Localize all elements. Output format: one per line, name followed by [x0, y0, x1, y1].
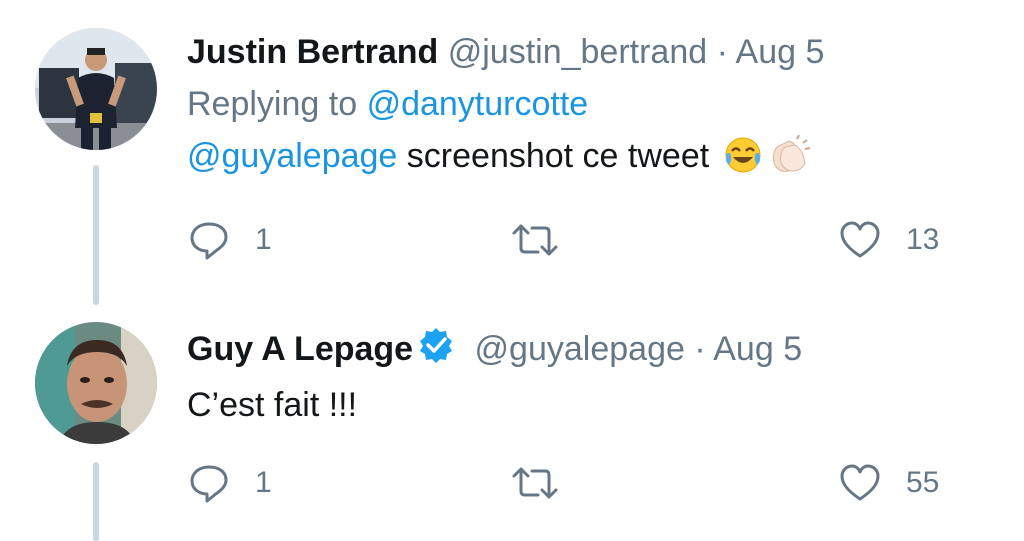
- like-icon[interactable]: [838, 461, 882, 505]
- like-count: 55: [906, 466, 940, 499]
- clapping-hands-icon: [767, 134, 811, 186]
- retweet-action[interactable]: [510, 461, 560, 505]
- tweet-date[interactable]: Aug 5: [736, 33, 825, 71]
- retweet-action[interactable]: [510, 218, 560, 262]
- tweet-actions: 1 13: [187, 218, 987, 266]
- reply-icon[interactable]: [187, 461, 231, 505]
- user-handle[interactable]: @justin_bertrand: [448, 33, 707, 71]
- display-name[interactable]: Guy A Lepage: [187, 330, 413, 368]
- avatar[interactable]: [35, 28, 157, 150]
- tweet-text: C’est fait !!!: [187, 383, 1004, 427]
- like-count: 13: [906, 223, 940, 256]
- retweet-icon[interactable]: [510, 218, 560, 262]
- display-name[interactable]: Justin Bertrand: [187, 33, 438, 71]
- reply-count: 1: [255, 223, 272, 256]
- user-handle[interactable]: @guyalepage: [475, 330, 685, 368]
- avatar[interactable]: [35, 322, 157, 444]
- tweet[interactable]: Justin Bertrand @justin_bertrand · Aug 5…: [0, 0, 1024, 300]
- retweet-icon[interactable]: [510, 461, 560, 505]
- verified-badge-icon: [417, 326, 455, 375]
- tweet-header: Guy A Lepage @guyalepage · Aug 5: [187, 326, 1004, 375]
- face-with-tears-of-joy-icon: [723, 135, 763, 186]
- tweet-text: @guyalepage screenshot ce tweet: [187, 134, 1004, 186]
- tweet-date[interactable]: Aug 5: [713, 330, 802, 368]
- replying-to: Replying to @danyturcotte: [187, 82, 1004, 126]
- like-action[interactable]: 55: [838, 461, 939, 505]
- mention-link[interactable]: @guyalepage: [187, 137, 397, 175]
- tweet-actions: 1 55: [187, 461, 987, 509]
- header-separator: ·: [716, 33, 728, 71]
- tweet-body-text: screenshot ce tweet: [406, 137, 710, 175]
- header-separator: ·: [694, 330, 706, 368]
- replying-to-label: Replying to: [187, 85, 358, 123]
- tweet[interactable]: Guy A Lepage @guyalepage · Aug 5 C’est f…: [0, 300, 1024, 541]
- reply-action[interactable]: 1: [187, 218, 272, 262]
- replying-to-mention[interactable]: @danyturcotte: [367, 85, 589, 123]
- like-action[interactable]: 13: [838, 218, 939, 262]
- reply-count: 1: [255, 466, 272, 499]
- tweet-header: Justin Bertrand @justin_bertrand · Aug 5: [187, 30, 1004, 74]
- tweet-body-text: C’est fait !!!: [187, 386, 358, 424]
- reply-action[interactable]: 1: [187, 461, 272, 505]
- reply-icon[interactable]: [187, 218, 231, 262]
- like-icon[interactable]: [838, 218, 882, 262]
